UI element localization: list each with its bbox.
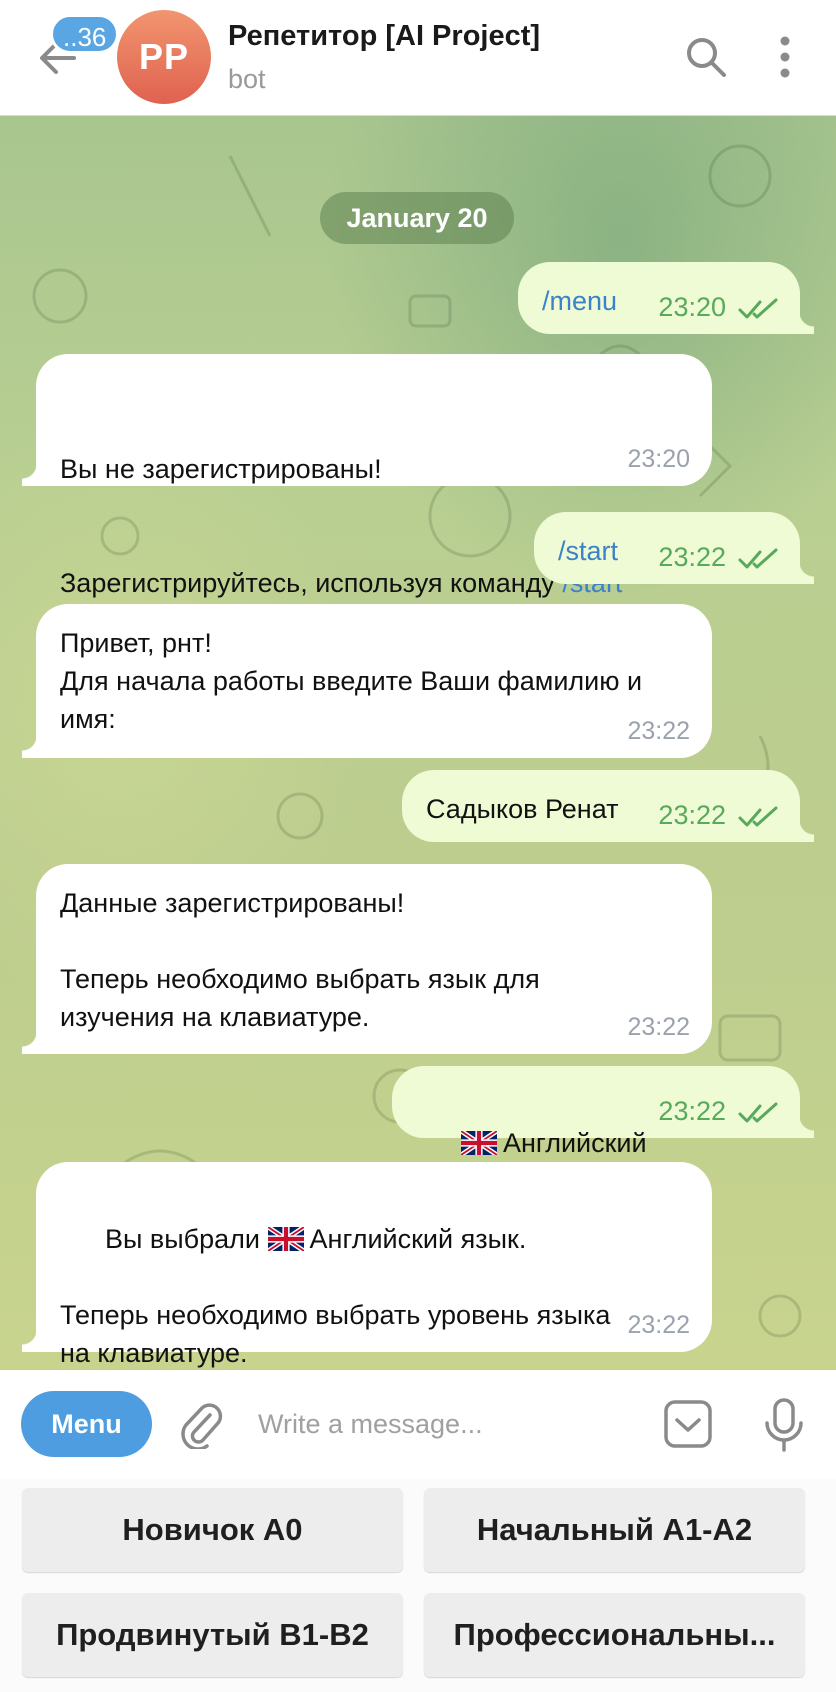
message-time: 23:20	[658, 292, 726, 322]
incoming-message[interactable]: Данные зарегистрированы! Теперь необходи…	[22, 864, 712, 1054]
message-command[interactable]: /start	[558, 532, 618, 570]
keyboard-button-professional[interactable]: Профессиональны...	[424, 1593, 805, 1677]
date-separator: January 20	[320, 192, 514, 244]
bot-reply-keyboard: Новичок A0 Начальный A1-A2 Продвинутый B…	[0, 1479, 836, 1692]
message-time: 23:22	[658, 542, 726, 572]
message-line-text: Зарегистрируйтесь, используя команду	[60, 568, 563, 598]
attach-button[interactable]	[178, 1399, 224, 1451]
double-check-icon	[738, 1102, 778, 1123]
more-vertical-icon	[780, 36, 790, 78]
double-check-icon	[738, 806, 778, 827]
keyboard-toggle-icon	[664, 1400, 712, 1448]
outgoing-message[interactable]: Садыков Ренат 23:22	[402, 770, 814, 842]
message-time: 23:22	[627, 717, 690, 745]
message-input[interactable]	[258, 1393, 638, 1455]
more-options-button[interactable]	[770, 34, 800, 80]
keyboard-button-advanced-b1-b2[interactable]: Продвинутый B1-B2	[22, 1593, 403, 1677]
microphone-icon	[765, 1398, 803, 1452]
message-time: 23:20	[627, 445, 690, 473]
chat-subtitle: bot	[228, 64, 266, 94]
keyboard-button-elementary-a1-a2[interactable]: Начальный A1-A2	[424, 1488, 805, 1572]
double-check-icon	[738, 548, 778, 569]
message-line-text: Теперь необходимо выбрать уровень языка …	[60, 1300, 611, 1368]
message-text: Данные зарегистрированы! Теперь необходи…	[60, 888, 540, 1032]
message-text: Привет, рнт! Для начала работы введите В…	[60, 628, 643, 734]
chat-area[interactable]: January 20 /menu 23:20 Вы не зарегистрир…	[0, 116, 836, 1370]
message-command[interactable]: /menu	[542, 282, 617, 320]
message-time: 23:22	[658, 800, 726, 830]
paperclip-icon	[181, 1403, 223, 1451]
message-line: Зарегистрируйтесь, используя команду /st…	[60, 564, 622, 602]
incoming-message[interactable]: Вы выбрали Английский язык. Теперь необх…	[22, 1162, 712, 1368]
message-time: 23:22	[627, 1013, 690, 1041]
uk-flag-icon	[267, 1227, 304, 1251]
uk-flag-icon	[461, 1131, 498, 1155]
search-icon	[687, 38, 726, 77]
message-time: 23:22	[658, 1096, 726, 1126]
search-button[interactable]	[683, 34, 729, 80]
incoming-message[interactable]: Вы не зарегистрированы! Зарегистрируйтес…	[22, 354, 712, 598]
incoming-message[interactable]: Привет, рнт! Для начала работы введите В…	[22, 604, 712, 758]
message-time: 23:22	[627, 1311, 690, 1339]
chat-title[interactable]: Репетитор [AI Project]	[228, 20, 540, 53]
unread-count-badge: ..36	[50, 14, 120, 54]
message-text: Садыков Ренат	[426, 794, 619, 824]
message-line-text: Вы выбрали	[105, 1224, 268, 1254]
chat-header: ..36 PP Репетитор [AI Project] bot	[0, 0, 836, 116]
message-line-text: Английский язык.	[309, 1224, 527, 1254]
composer-bar: Menu	[0, 1371, 836, 1479]
keyboard-button-beginner-a0[interactable]: Новичок A0	[22, 1488, 403, 1572]
outgoing-message[interactable]: /menu 23:20	[518, 262, 814, 334]
avatar[interactable]: PP	[117, 10, 211, 104]
message-line: Вы не зарегистрированы!	[60, 454, 382, 484]
microphone-button[interactable]	[762, 1397, 806, 1453]
outgoing-message[interactable]: /start 23:22	[534, 512, 814, 584]
language-label: Английский	[503, 1128, 647, 1158]
menu-button[interactable]: Menu	[21, 1391, 152, 1457]
double-check-icon	[738, 298, 778, 319]
keyboard-toggle-button[interactable]	[662, 1398, 714, 1450]
message-text: Вы выбрали Английский язык. Теперь необх…	[60, 1182, 610, 1370]
outgoing-message[interactable]: Английский 23:22	[392, 1066, 814, 1158]
